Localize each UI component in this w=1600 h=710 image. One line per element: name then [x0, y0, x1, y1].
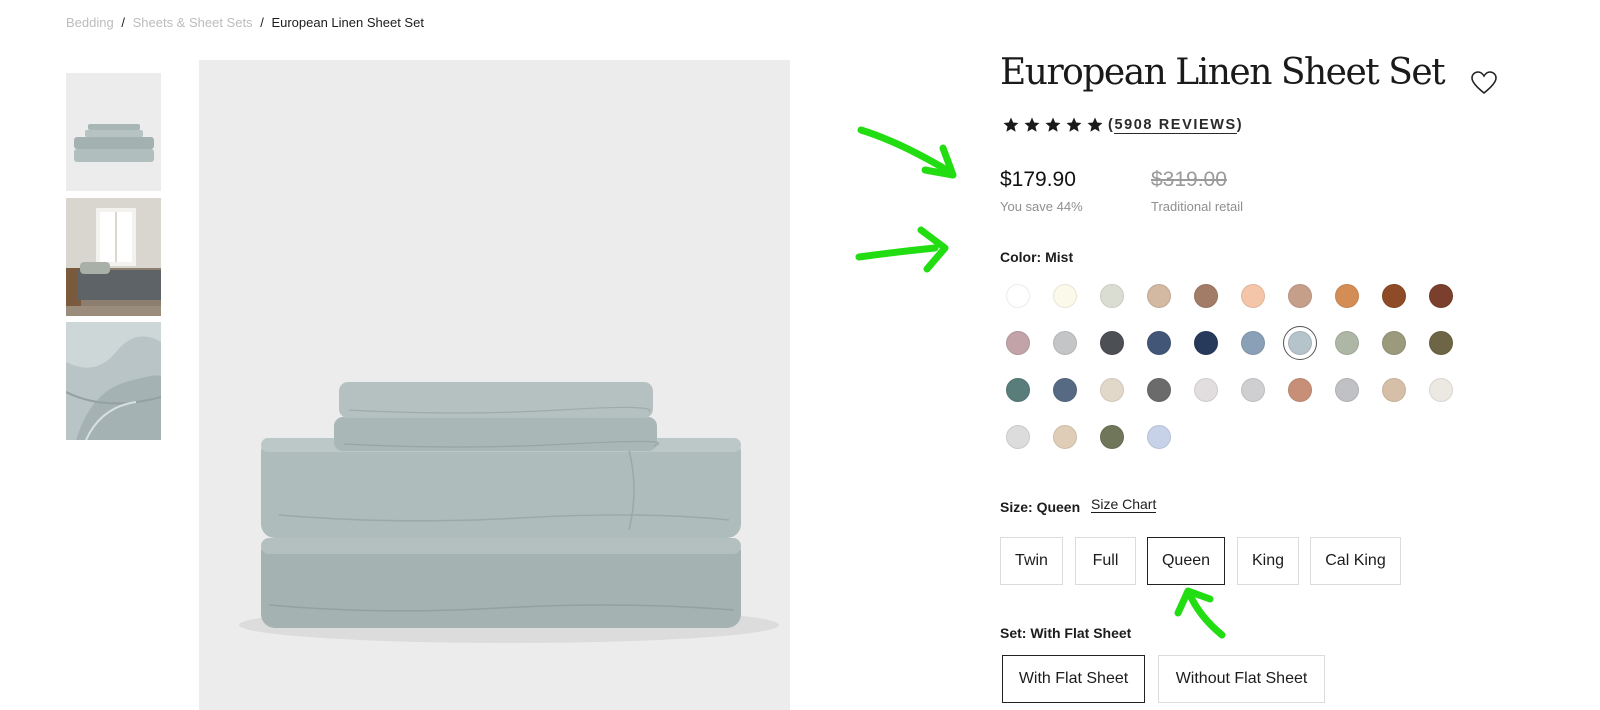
- breadcrumb-link-bedding[interactable]: Bedding: [66, 15, 114, 30]
- retail-price: $319.00: [1151, 168, 1227, 191]
- breadcrumb-separator: /: [121, 15, 125, 30]
- size-chart-link[interactable]: Size Chart: [1091, 496, 1157, 513]
- color-swatch[interactable]: [1147, 331, 1171, 355]
- color-swatch[interactable]: [1147, 425, 1171, 449]
- savings-note: You save 44%: [1000, 199, 1083, 214]
- reviews-count[interactable]: 5908 REVIEWS: [1114, 117, 1237, 134]
- star-icon: [1024, 117, 1040, 132]
- color-swatch-selected[interactable]: [1283, 326, 1317, 360]
- star-icon: [1087, 117, 1103, 132]
- breadcrumb-current: European Linen Sheet Set: [271, 15, 424, 30]
- wishlist-heart-icon[interactable]: [1470, 70, 1498, 96]
- color-swatch[interactable]: [1194, 331, 1218, 355]
- size-option-queen[interactable]: Queen: [1147, 537, 1225, 585]
- star-rating: [1002, 116, 1104, 134]
- color-swatch[interactable]: [1288, 378, 1312, 402]
- rating-row: (5908 REVIEWS): [1002, 116, 1243, 134]
- annotation-stroke: [857, 126, 954, 176]
- color-swatch[interactable]: [1053, 284, 1077, 308]
- annotation-stroke: [855, 244, 939, 261]
- set-option-with-flat-sheet[interactable]: With Flat Sheet: [1002, 655, 1145, 703]
- color-swatch[interactable]: [1053, 331, 1077, 355]
- color-swatch[interactable]: [1194, 378, 1218, 402]
- breadcrumb-link-sheets[interactable]: Sheets & Sheet Sets: [133, 15, 253, 30]
- color-swatch[interactable]: [1382, 331, 1406, 355]
- color-swatch[interactable]: [1053, 425, 1077, 449]
- color-swatch[interactable]: [1241, 284, 1265, 308]
- color-swatch[interactable]: [1335, 331, 1359, 355]
- size-label: Size: Queen: [1000, 499, 1081, 515]
- color-swatch[interactable]: [1006, 331, 1030, 355]
- color-swatch[interactable]: [1006, 284, 1030, 308]
- product-title: European Linen Sheet Set: [1000, 52, 1446, 93]
- retail-label: Traditional retail: [1151, 199, 1244, 214]
- set-option-without-flat-sheet[interactable]: Without Flat Sheet: [1158, 655, 1325, 703]
- color-swatch-grid: [1006, 284, 1476, 449]
- color-swatch[interactable]: [1335, 378, 1359, 402]
- color-swatch[interactable]: [1147, 378, 1171, 402]
- color-swatch[interactable]: [1147, 284, 1171, 308]
- color-swatch[interactable]: [1288, 284, 1312, 308]
- reviews-link[interactable]: (5908 REVIEWS): [1108, 117, 1243, 134]
- size-option-cal-king[interactable]: Cal King: [1310, 537, 1401, 585]
- size-option-full[interactable]: Full: [1075, 537, 1136, 585]
- star-icon: [1066, 117, 1082, 132]
- size-option-twin[interactable]: Twin: [1000, 537, 1063, 585]
- sale-price: $179.90: [1000, 168, 1076, 191]
- color-swatch[interactable]: [1382, 284, 1406, 308]
- size-option-king[interactable]: King: [1237, 537, 1299, 585]
- color-swatch[interactable]: [1100, 284, 1124, 308]
- color-label: Color: Mist: [1000, 249, 1074, 265]
- thumbnail-fitted-sheet-detail[interactable]: [66, 322, 161, 440]
- color-swatch[interactable]: [1100, 378, 1124, 402]
- annotation-arrow-size: [1174, 587, 1226, 639]
- main-product-image: [199, 60, 790, 710]
- breadcrumb: Bedding / Sheets & Sheet Sets / European…: [66, 15, 424, 30]
- color-swatch[interactable]: [1429, 378, 1453, 402]
- thumbnail-bedroom[interactable]: [66, 198, 161, 316]
- thumbnail-product-stack[interactable]: [66, 73, 161, 191]
- star-icon: [1045, 117, 1061, 132]
- color-swatch[interactable]: [1006, 378, 1030, 402]
- annotation-arrow-price: [857, 126, 957, 179]
- set-label: Set: With Flat Sheet: [1000, 625, 1132, 641]
- color-swatch[interactable]: [1429, 331, 1453, 355]
- color-swatch[interactable]: [1100, 425, 1124, 449]
- color-swatch[interactable]: [1194, 284, 1218, 308]
- color-swatch[interactable]: [1241, 378, 1265, 402]
- color-swatch[interactable]: [1006, 425, 1030, 449]
- breadcrumb-separator: /: [260, 15, 264, 30]
- color-swatch[interactable]: [1429, 284, 1453, 308]
- annotation-arrow-color: [855, 226, 949, 273]
- color-swatch[interactable]: [1335, 284, 1359, 308]
- color-swatch[interactable]: [1100, 331, 1124, 355]
- color-swatch[interactable]: [1382, 378, 1406, 402]
- star-icon: [1003, 117, 1019, 132]
- color-swatch[interactable]: [1053, 378, 1077, 402]
- color-swatch[interactable]: [1241, 331, 1265, 355]
